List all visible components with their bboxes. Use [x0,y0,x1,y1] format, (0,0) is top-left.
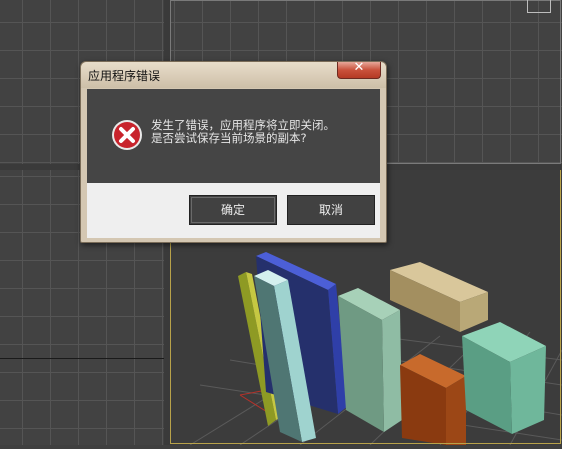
viewcube-corner[interactable] [527,0,551,13]
error-dialog: 应用程序错误 ✕ 发生了错误，应用程序将立即关闭。 是否尝试保存当前场景的副本?… [80,60,387,243]
dialog-button-bar: 确定 取消 [87,183,380,238]
dialog-message: 发生了错误，应用程序将立即关闭。 是否尝试保存当前场景的副本? [151,118,335,145]
dialog-title: 应用程序错误 [88,69,161,83]
cancel-button[interactable]: 取消 [287,195,375,225]
viewport-grid-axis-line [0,358,164,359]
close-icon: ✕ [353,60,365,75]
dialog-titlebar[interactable]: 应用程序错误 ✕ [81,60,386,88]
close-button[interactable]: ✕ [337,60,381,79]
dialog-content: 发生了错误，应用程序将立即关闭。 是否尝试保存当前场景的副本? [87,89,380,183]
error-icon [112,120,142,150]
ok-button[interactable]: 确定 [189,195,277,225]
